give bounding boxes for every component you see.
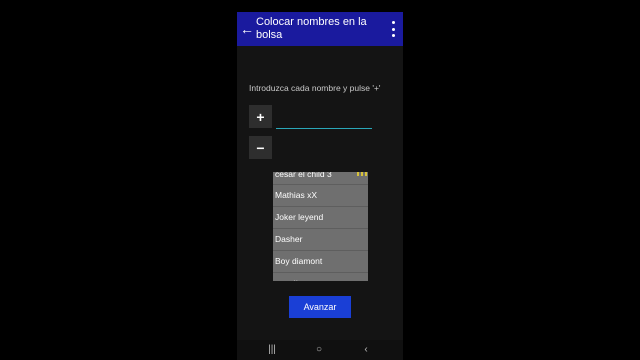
app-bar: ← Colocar nombres en la bolsa xyxy=(237,12,403,46)
list-item[interactable]: cesar el child 3 xyxy=(273,172,368,185)
list-item[interactable]: Dasher xyxy=(273,229,368,251)
back-arrow-icon[interactable]: ← xyxy=(240,22,254,36)
names-list[interactable]: cesar el child 3 Mathias xX Joker leyend… xyxy=(273,172,368,281)
list-item[interactable]: vegetto pro xyxy=(273,273,368,281)
more-options-icon[interactable] xyxy=(389,21,397,37)
list-item[interactable]: Joker leyend xyxy=(273,207,368,229)
scroll-indicator xyxy=(357,172,367,176)
advance-button[interactable]: Avanzar xyxy=(289,296,351,318)
list-item[interactable]: Mathias xX xyxy=(273,185,368,207)
instructions-text: Introduzca cada nombre y pulse '+' xyxy=(249,83,381,93)
home-icon[interactable]: ○ xyxy=(312,344,326,356)
nav-back-icon[interactable]: ‹ xyxy=(359,344,373,356)
add-name-button[interactable]: + xyxy=(249,105,272,128)
system-nav-bar: ||| ○ ‹ xyxy=(237,340,403,360)
page-title: Colocar nombres en la bolsa xyxy=(256,16,367,41)
remove-name-button[interactable]: − xyxy=(249,136,272,159)
name-input[interactable] xyxy=(276,110,372,129)
phone-screen: ← Colocar nombres en la bolsa Introduzca… xyxy=(237,12,403,360)
recents-icon[interactable]: ||| xyxy=(265,344,279,356)
list-item[interactable]: Boy diamont xyxy=(273,251,368,273)
